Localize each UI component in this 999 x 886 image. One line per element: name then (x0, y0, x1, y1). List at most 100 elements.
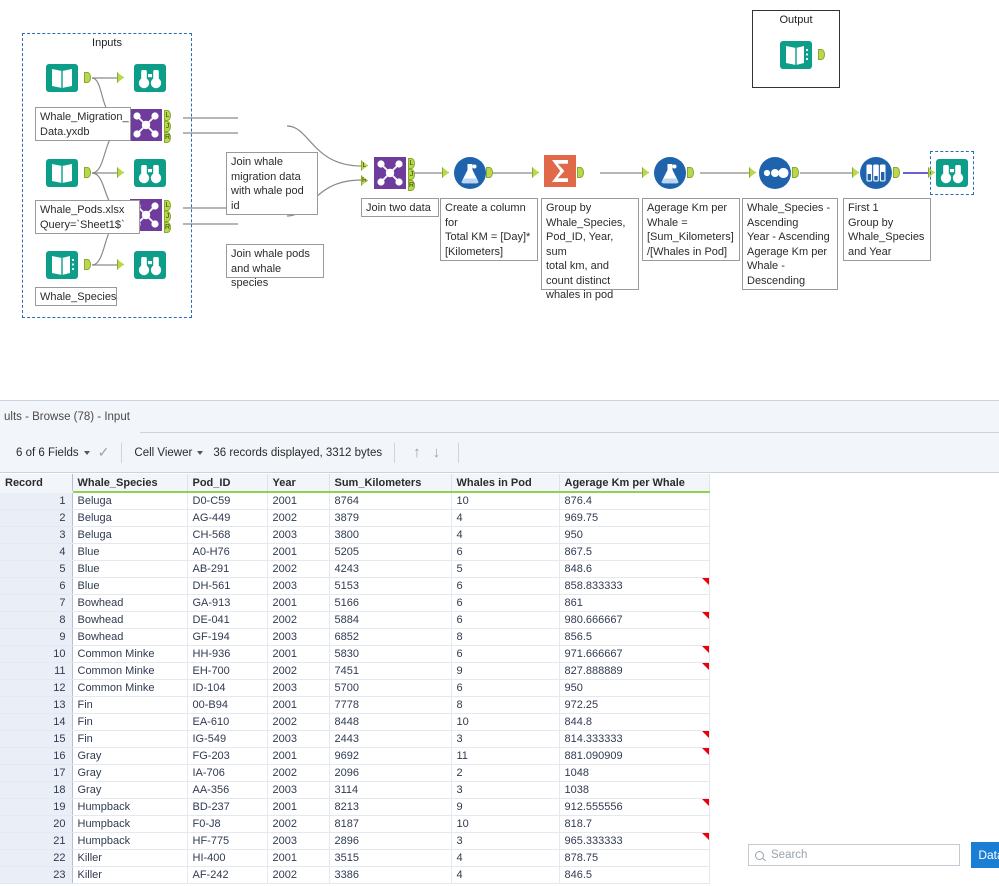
join-left-output-anchor[interactable]: L (408, 158, 415, 169)
cell-whales-in-pod: 10 (451, 815, 560, 833)
formula-tool-total-km[interactable] (452, 155, 488, 191)
table-row[interactable]: 10 Common Minke HH-936 2001 5830 6 971.666667 (0, 645, 710, 663)
table-row[interactable]: 13 Fin 00-B94 2001 7778 8 972.25 (0, 696, 710, 714)
table-row[interactable]: 2 Beluga AG-449 2002 3879 4 969.75 (0, 509, 710, 527)
browse-tool-whale-migration[interactable] (132, 60, 168, 96)
join-right-output-anchor[interactable]: R (164, 222, 171, 233)
input-tool-whale-migration[interactable] (44, 60, 80, 96)
table-row[interactable]: 19 Humpback BD-237 2001 8213 9 912.555556 (0, 798, 710, 816)
data-button[interactable]: Data (971, 842, 999, 868)
table-row[interactable]: 1 Beluga D0-C59 2001 8764 10 876.4 (0, 492, 710, 510)
browse-tool-final[interactable] (930, 151, 974, 195)
cell-viewer-selector[interactable]: Cell Viewer (134, 447, 204, 459)
output-data-icon (780, 41, 812, 69)
join-left-output-anchor[interactable]: L (164, 200, 171, 211)
cell-whale-species: Bowhead (72, 628, 188, 646)
checkmark-icon[interactable]: ✓ (98, 444, 110, 461)
output-anchor[interactable] (818, 49, 825, 60)
cell-whale-species: Humpback (72, 832, 188, 850)
cell-whale-species: Blue (72, 543, 188, 561)
join-left-input-anchor[interactable]: L (361, 160, 368, 171)
chevron-down-icon[interactable] (83, 450, 90, 455)
join-join-output-anchor[interactable]: J (408, 169, 415, 180)
column-header-whales-in-pod[interactable]: Whales in Pod (451, 474, 560, 493)
table-row[interactable]: 16 Gray FG-203 2001 9692 11 881.090909 (0, 747, 710, 765)
scroll-up-icon[interactable]: ↑ (407, 444, 427, 461)
join-tool-two-data[interactable] (372, 155, 408, 191)
output-anchor[interactable] (577, 167, 584, 178)
table-row[interactable]: 17 Gray IA-706 2002 2096 2 1048 (0, 764, 710, 782)
cell-year: 2002 (267, 815, 330, 833)
output-anchor[interactable] (84, 259, 91, 270)
join-right-output-anchor[interactable]: R (408, 180, 415, 191)
table-row[interactable]: 7 Bowhead GA-913 2001 5166 6 861 (0, 594, 710, 612)
table-row[interactable]: 5 Blue AB-291 2002 4243 5 848.6 (0, 560, 710, 578)
join-right-output-anchor[interactable]: R (164, 132, 171, 143)
cell-average-km: 950 (559, 679, 710, 697)
annotation-formula-avg: Agerage Km per Whale = [Sum_Kilometers] … (642, 198, 740, 261)
sort-tool[interactable] (757, 155, 793, 191)
column-header-record[interactable]: Record (0, 474, 73, 493)
table-row[interactable]: 18 Gray AA-356 2003 3114 3 1038 (0, 781, 710, 799)
search-input[interactable] (769, 848, 954, 862)
output-anchor[interactable] (486, 167, 493, 178)
output-anchor[interactable] (84, 167, 91, 178)
cell-pod-id: A0-H76 (187, 543, 268, 561)
table-row[interactable]: 14 Fin EA-610 2002 8448 10 844.8 (0, 713, 710, 731)
output-anchor[interactable] (687, 167, 694, 178)
table-row[interactable]: 20 Humpback F0-J8 2002 8187 10 818.7 (0, 815, 710, 833)
chevron-down-icon[interactable] (197, 450, 204, 455)
search-box[interactable] (748, 844, 960, 866)
column-header-pod-id[interactable]: Pod_ID (187, 474, 268, 493)
output-anchor[interactable] (893, 167, 900, 178)
table-row[interactable]: 11 Common Minke EH-700 2002 7451 9 827.888889 (0, 662, 710, 680)
column-header-sum-kilometers[interactable]: Sum_Kilometers (329, 474, 452, 493)
table-row[interactable]: 8 Bowhead DE-041 2002 5884 6 980.666667 (0, 611, 710, 629)
formula-tool-average-km[interactable] (652, 155, 688, 191)
join-join-output-anchor[interactable]: J (164, 211, 171, 222)
column-header-average-km[interactable]: Agerage Km per Whale (559, 474, 710, 493)
cell-whale-species: Killer (72, 866, 188, 884)
table-row[interactable]: 23 Killer AF-242 2002 3386 4 846.5 (0, 866, 710, 884)
input-anchor[interactable] (442, 167, 449, 178)
browse-tool-whale-pods[interactable] (132, 155, 168, 191)
fields-selector[interactable]: 6 of 6 Fields (16, 447, 90, 459)
scroll-down-icon[interactable]: ↓ (427, 444, 447, 461)
input-anchor[interactable] (532, 167, 539, 178)
table-row[interactable]: 6 Blue DH-561 2003 5153 6 858.833333 (0, 577, 710, 595)
join-tool-migration-pods[interactable] (128, 107, 164, 143)
table-row[interactable]: 12 Common Minke ID-104 2003 5700 6 950 (0, 679, 710, 697)
cell-sum-kilometers: 2443 (329, 730, 452, 748)
join-right-input-anchor[interactable]: R (361, 175, 368, 186)
table-row[interactable]: 22 Killer HI-400 2001 3515 4 878.75 (0, 849, 710, 867)
column-header-year[interactable]: Year (267, 474, 330, 493)
input-anchor[interactable] (642, 167, 649, 178)
cell-record: 15 (0, 730, 73, 748)
table-row[interactable]: 21 Humpback HF-775 2003 2896 3 965.333333 (0, 832, 710, 850)
join-join-output-anchor[interactable]: J (164, 121, 171, 132)
cell-year: 2001 (267, 492, 330, 510)
results-tab-bar[interactable]: ults - Browse (78) - Input (0, 401, 999, 433)
cell-whales-in-pod: 6 (451, 611, 560, 629)
output-tool[interactable] (778, 37, 814, 73)
table-row[interactable]: 3 Beluga CH-568 2003 3800 4 950 (0, 526, 710, 544)
output-anchor[interactable] (84, 72, 91, 83)
cell-average-km: 876.4 (559, 492, 710, 510)
table-row[interactable]: 9 Bowhead GF-194 2003 6852 8 856.5 (0, 628, 710, 646)
output-anchor[interactable] (792, 167, 799, 178)
join-left-output-anchor[interactable]: L (164, 110, 171, 121)
input-tool-whale-pods[interactable] (44, 155, 80, 191)
results-tab-title[interactable]: ults - Browse (78) - Input (0, 401, 140, 433)
column-header-whale-species[interactable]: Whale_Species (72, 474, 188, 493)
results-toolbar[interactable]: 6 of 6 Fields ✓ Cell Viewer 36 records d… (0, 433, 999, 473)
browse-tool-whale-species[interactable] (132, 247, 168, 283)
results-grid[interactable]: Record Whale_Species Pod_ID Year Sum_Kil… (0, 474, 999, 886)
summarize-tool[interactable] (542, 153, 578, 189)
cell-whale-species: Common Minke (72, 679, 188, 697)
sample-tool[interactable] (858, 155, 894, 191)
workflow-canvas[interactable]: Inputs Output L J R L J R L R L J R Whal… (0, 0, 999, 400)
input-anchor[interactable] (749, 167, 756, 178)
table-row[interactable]: 4 Blue A0-H76 2001 5205 6 867.5 (0, 543, 710, 561)
table-row[interactable]: 15 Fin IG-549 2003 2443 3 814.333333 (0, 730, 710, 748)
input-tool-whale-species[interactable] (44, 247, 80, 283)
